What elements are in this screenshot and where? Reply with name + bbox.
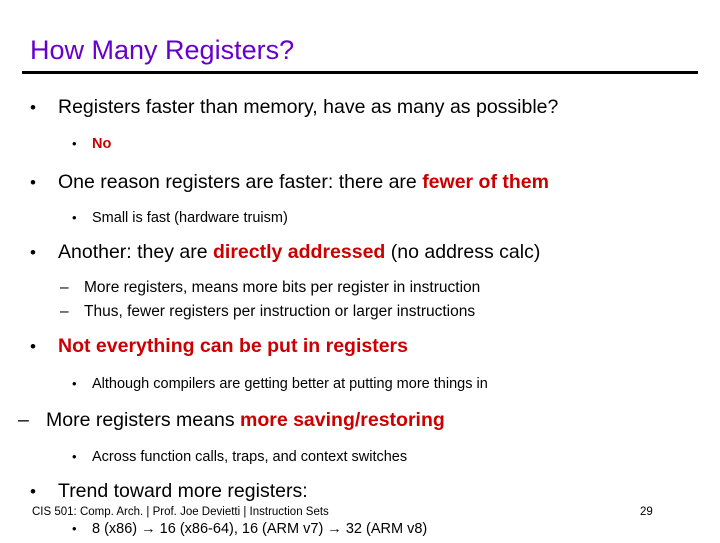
dash-outer-text: More registers means more saving/restori… [46,405,720,435]
bullet-item: • Trend toward more registers: [0,476,720,507]
dash-marker-icon: – [18,409,29,431]
bullet-text-plain-after: (no address calc) [385,241,541,263]
bullet-item: • Registers faster than memory, have as … [0,92,720,123]
slide: How Many Registers? • Registers faster t… [0,0,720,540]
dash-sub-item: – Thus, fewer registers per instruction … [0,300,720,324]
bullet-item: • Another: they are directly addressed (… [0,237,720,268]
sub-bullet-text: Although compilers are getting better at… [92,376,488,392]
dash-outer-item: – More registers means more saving/resto… [0,405,720,435]
bullet-marker-icon: • [72,136,77,151]
sub-bullet-text: Across function calls, traps, and contex… [92,449,408,465]
sub-bullet-item: • Small is fast (hardware truism) [0,204,720,232]
bullet-text: Another: they are directly addressed (no… [58,237,720,267]
bullet-item: • Not everything can be put in registers [0,331,720,362]
slide-body: • Registers faster than memory, have as … [0,92,720,543]
sub-bullet-item: • Across function calls, traps, and cont… [0,443,720,471]
bullet-marker-icon: • [72,521,77,536]
slide-title: How Many Registers? [30,35,295,65]
bullet-marker-icon: • [30,337,36,356]
bullet-text-plain: One reason registers are faster: there a… [58,171,423,193]
dash-sub-text: More registers, means more bits per regi… [84,279,481,296]
dash-marker-icon: – [60,303,69,320]
sub-bullet-item: • No [0,130,720,158]
bullet-text: One reason registers are faster: there a… [58,167,720,197]
dash-marker-icon: – [60,279,69,296]
bullet-marker-icon: • [72,376,77,391]
dash-sub-text: Thus, fewer registers per instruction or… [84,303,476,320]
bullet-text: Not everything can be put in registers [58,335,408,357]
bullet-marker-icon: • [72,449,77,464]
sub-bullet-text: No [92,136,112,152]
bullet-item: • One reason registers are faster: there… [0,167,720,198]
bullet-text-plain: Another: they are [58,241,214,263]
sub-bullet-item: • Although compilers are getting better … [0,370,720,398]
bullet-text-emphasis: directly addressed [213,241,386,263]
sub-bullet-text: 8 (x86) → 16 (x86-64), 16 (ARM v7) → 32 … [92,521,428,537]
footer-attribution: CIS 501: Comp. Arch. | Prof. Joe Deviett… [32,506,329,518]
dash-outer-text-plain: More registers means [46,409,240,431]
dash-outer-text-emphasis: more saving/restoring [239,409,445,431]
sub-bullet-text: Small is fast (hardware truism) [92,210,288,226]
bullet-marker-icon: • [30,482,36,501]
bullet-marker-icon: • [30,98,36,117]
bullet-text: Registers faster than memory, have as ma… [58,96,559,118]
bullet-marker-icon: • [30,243,36,262]
sub-bullet-item: • 8 (x86) → 16 (x86-64), 16 (ARM v7) → 3… [0,515,720,543]
bullet-marker-icon: • [30,173,36,192]
slide-page-number: 29 [640,506,653,518]
title-underline-rule [22,71,698,74]
dash-sub-item: – More registers, means more bits per re… [0,276,720,300]
bullet-text-emphasis: fewer of them [422,171,549,193]
bullet-marker-icon: • [72,210,77,225]
bullet-text: Trend toward more registers: [58,480,308,502]
